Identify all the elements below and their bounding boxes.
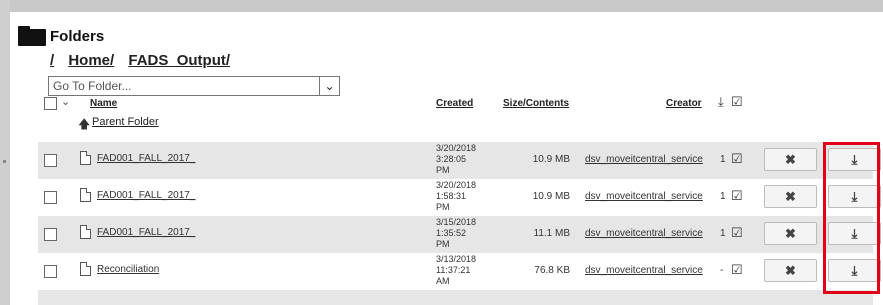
folder-icon — [18, 26, 46, 46]
delete-button[interactable]: ✖ — [764, 185, 817, 208]
window-top-border — [0, 0, 883, 12]
checkbox-check-icon: ☑ — [731, 225, 743, 240]
download-count: - — [720, 265, 724, 276]
checkbox-check-icon: ☑ — [731, 151, 743, 166]
row-checkbox[interactable] — [44, 265, 57, 278]
file-name-link[interactable]: FAD001_FALL_2017_ — [97, 153, 195, 164]
creator-link[interactable]: dsv_moveitcentral_service — [585, 191, 703, 202]
delete-button[interactable]: ✖ — [764, 259, 817, 282]
breadcrumb-home[interactable]: Home/ — [68, 52, 114, 69]
creator-link[interactable]: dsv_moveitcentral_service — [585, 265, 703, 276]
download-count: 1 — [720, 191, 726, 202]
file-size: 10.9 MB — [532, 154, 570, 165]
go-to-folder-value: Go To Folder... — [53, 79, 132, 93]
created-date: 3/15/2018 1:35:52 PM — [436, 217, 477, 249]
folders-header: Folders — [18, 26, 104, 46]
creator-link[interactable]: dsv_moveitcentral_service — [585, 154, 703, 165]
row-checkbox[interactable] — [44, 154, 57, 167]
file-size: 11.1 MB — [533, 228, 571, 239]
column-created[interactable]: Created — [436, 98, 473, 109]
column-creator[interactable]: Creator — [666, 98, 702, 109]
file-size: 10.9 MB — [532, 191, 570, 202]
created-date: 3/20/2018 3:28:05 PM — [436, 143, 477, 175]
row-checkbox[interactable] — [44, 191, 57, 204]
delete-button[interactable]: ✖ — [764, 222, 817, 245]
file-name-link[interactable]: FAD001_FALL_2017_ — [97, 227, 195, 238]
file-size: 76.8 KB — [534, 265, 570, 276]
chevron-down-icon[interactable]: ⌄ — [61, 95, 70, 108]
breadcrumb: / Home/ FADS_Output/ — [50, 52, 240, 69]
download-count: 1 — [720, 228, 726, 239]
file-name-link[interactable]: FAD001_FALL_2017_ — [97, 190, 195, 201]
chevron-down-icon[interactable]: ⌄ — [319, 77, 339, 95]
select-all-checkbox[interactable] — [44, 97, 57, 110]
close-icon: ✖ — [785, 262, 796, 278]
download-icon: ⤓ — [851, 262, 858, 278]
download-icon: ⤓ — [851, 225, 858, 241]
download-icon: ⤓ — [851, 151, 858, 167]
close-icon: ✖ — [785, 151, 796, 167]
arrow-up-icon: 🡅 — [78, 117, 91, 131]
download-button[interactable]: ⤓ — [828, 148, 881, 171]
close-icon: ✖ — [785, 188, 796, 204]
close-icon: ✖ — [785, 225, 796, 241]
created-date: 3/13/2018 11:37:21 AM — [436, 254, 477, 286]
checkbox-check-icon: ☑ — [731, 94, 743, 109]
table-row: FAD001_FALL_2017_ 3/20/2018 3:28:05 PM 10.… — [38, 142, 881, 179]
download-button[interactable]: ⤓ — [828, 222, 881, 245]
file-icon — [80, 262, 91, 276]
creator-link[interactable]: dsv_moveitcentral_service — [585, 228, 703, 239]
column-size[interactable]: Size/Contents — [503, 98, 569, 109]
download-button[interactable]: ⤓ — [828, 185, 881, 208]
folders-title: Folders — [50, 27, 105, 45]
breadcrumb-root[interactable]: / — [50, 52, 54, 69]
download-icon: ⤓ — [718, 94, 724, 109]
file-icon — [80, 188, 91, 202]
column-name[interactable]: Name — [90, 98, 117, 109]
file-icon — [80, 225, 91, 239]
checkbox-check-icon: ☑ — [731, 188, 743, 203]
file-icon — [80, 151, 91, 165]
redaction-box — [208, 258, 380, 282]
breadcrumb-current[interactable]: FADS_Output/ — [128, 52, 230, 69]
checkbox-check-icon: ☑ — [731, 262, 743, 277]
file-name-link[interactable]: Reconciliation — [97, 264, 159, 275]
table-row: FAD001_FALL_2017_ 3/20/2018 1:58:31 PM 10.… — [38, 179, 881, 216]
parent-folder-link[interactable]: Parent Folder — [92, 116, 159, 128]
delete-button[interactable]: ✖ — [764, 148, 817, 171]
parent-folder-row[interactable]: 🡅 Parent Folder — [38, 114, 873, 131]
download-count: 1 — [720, 154, 726, 165]
redaction-box — [208, 184, 380, 208]
table-row: FAD001_FALL_2017_ 3/15/2018 1:35:52 PM 11.… — [38, 216, 881, 253]
table-header: ⌄ Name Created Size/Contents Creator ⤓ ☑ — [38, 94, 873, 114]
created-date: 3/20/2018 1:58:31 PM — [436, 180, 477, 212]
go-to-folder-select[interactable]: Go To Folder... ⌄ — [48, 76, 340, 96]
table-row-partial — [38, 290, 873, 305]
table-row: Reconciliation 3/13/2018 11:37:21 AM 76.8 … — [38, 253, 881, 290]
window-left-border — [0, 0, 10, 305]
download-button[interactable]: ⤓ — [828, 259, 881, 282]
row-checkbox[interactable] — [44, 228, 57, 241]
download-icon: ⤓ — [851, 188, 858, 204]
